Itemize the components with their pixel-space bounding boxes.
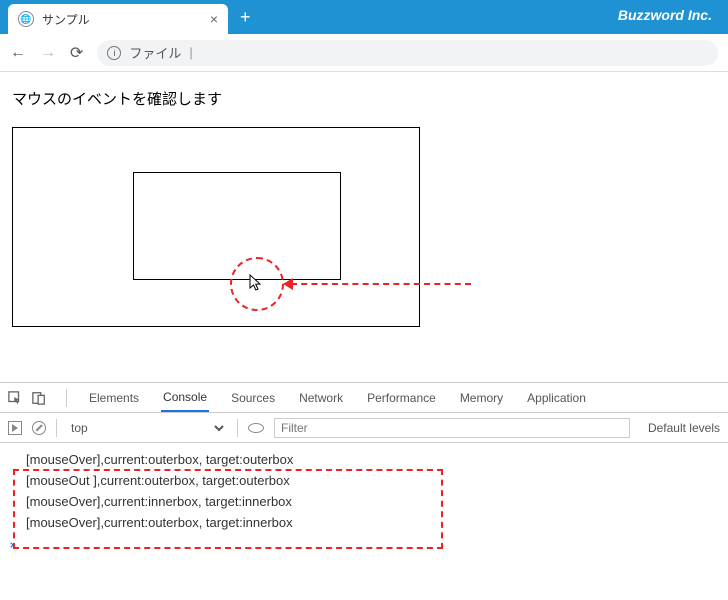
tab-sources[interactable]: Sources: [229, 385, 277, 411]
device-toggle-icon[interactable]: [32, 391, 46, 405]
tab-console[interactable]: Console: [161, 384, 209, 412]
new-tab-button[interactable]: +: [228, 7, 263, 28]
url-text: ファイル: [129, 43, 181, 62]
forward-button[interactable]: →: [40, 44, 56, 62]
filter-input[interactable]: [274, 418, 630, 438]
brand-label: Buzzword Inc.: [618, 7, 712, 23]
inspect-icon[interactable]: [8, 391, 22, 405]
clear-console-button[interactable]: [32, 421, 46, 435]
separator: [66, 389, 67, 407]
outer-box[interactable]: [12, 127, 420, 327]
console-log-line: [mouseOut ],current:outerbox, target:out…: [26, 470, 716, 491]
tab-application[interactable]: Application: [525, 385, 588, 411]
console-log-line: [mouseOver],current:innerbox, target:inn…: [26, 491, 716, 512]
browser-tab-strip: 🌐 サンプル × + Buzzword Inc.: [0, 0, 728, 34]
tab-network[interactable]: Network: [297, 385, 345, 411]
console-log-line: [mouseOver],current:outerbox, target:inn…: [26, 512, 716, 533]
close-icon[interactable]: ×: [210, 11, 218, 27]
reload-button[interactable]: ⟳: [70, 43, 83, 63]
console-prompt-icon[interactable]: ›: [8, 538, 16, 553]
console-output[interactable]: [mouseOver],current:outerbox, target:out…: [0, 443, 728, 551]
devtools-tab-bar: Elements Console Sources Network Perform…: [0, 383, 728, 413]
console-toolbar: top Default levels: [0, 413, 728, 443]
live-expression-icon[interactable]: [248, 423, 264, 433]
address-bar: ← → ⟳ i ファイル |: [0, 34, 728, 72]
context-selector[interactable]: top: [67, 420, 227, 436]
globe-icon: 🌐: [18, 11, 34, 27]
tab-memory[interactable]: Memory: [458, 385, 505, 411]
browser-tab-active[interactable]: 🌐 サンプル ×: [8, 4, 228, 34]
inner-box[interactable]: [133, 172, 341, 280]
separator: [237, 419, 238, 437]
log-levels-selector[interactable]: Default levels: [640, 421, 720, 435]
url-cursor: |: [189, 45, 192, 60]
tab-performance[interactable]: Performance: [365, 385, 438, 411]
devtools-panel: Elements Console Sources Network Perform…: [0, 382, 728, 551]
tab-title: サンプル: [42, 11, 202, 28]
info-icon[interactable]: i: [107, 46, 121, 60]
annotation-arrow-line: [291, 283, 471, 285]
tab-elements[interactable]: Elements: [87, 385, 141, 411]
page-content: マウスのイベントを確認します: [0, 72, 728, 382]
separator: [56, 419, 57, 437]
url-field[interactable]: i ファイル |: [97, 40, 718, 66]
execution-context-icon[interactable]: [8, 421, 22, 435]
annotation-arrow-head: [283, 278, 293, 290]
back-button[interactable]: ←: [10, 44, 26, 62]
page-heading: マウスのイベントを確認します: [12, 88, 716, 109]
console-log-line: [mouseOver],current:outerbox, target:out…: [26, 449, 716, 470]
